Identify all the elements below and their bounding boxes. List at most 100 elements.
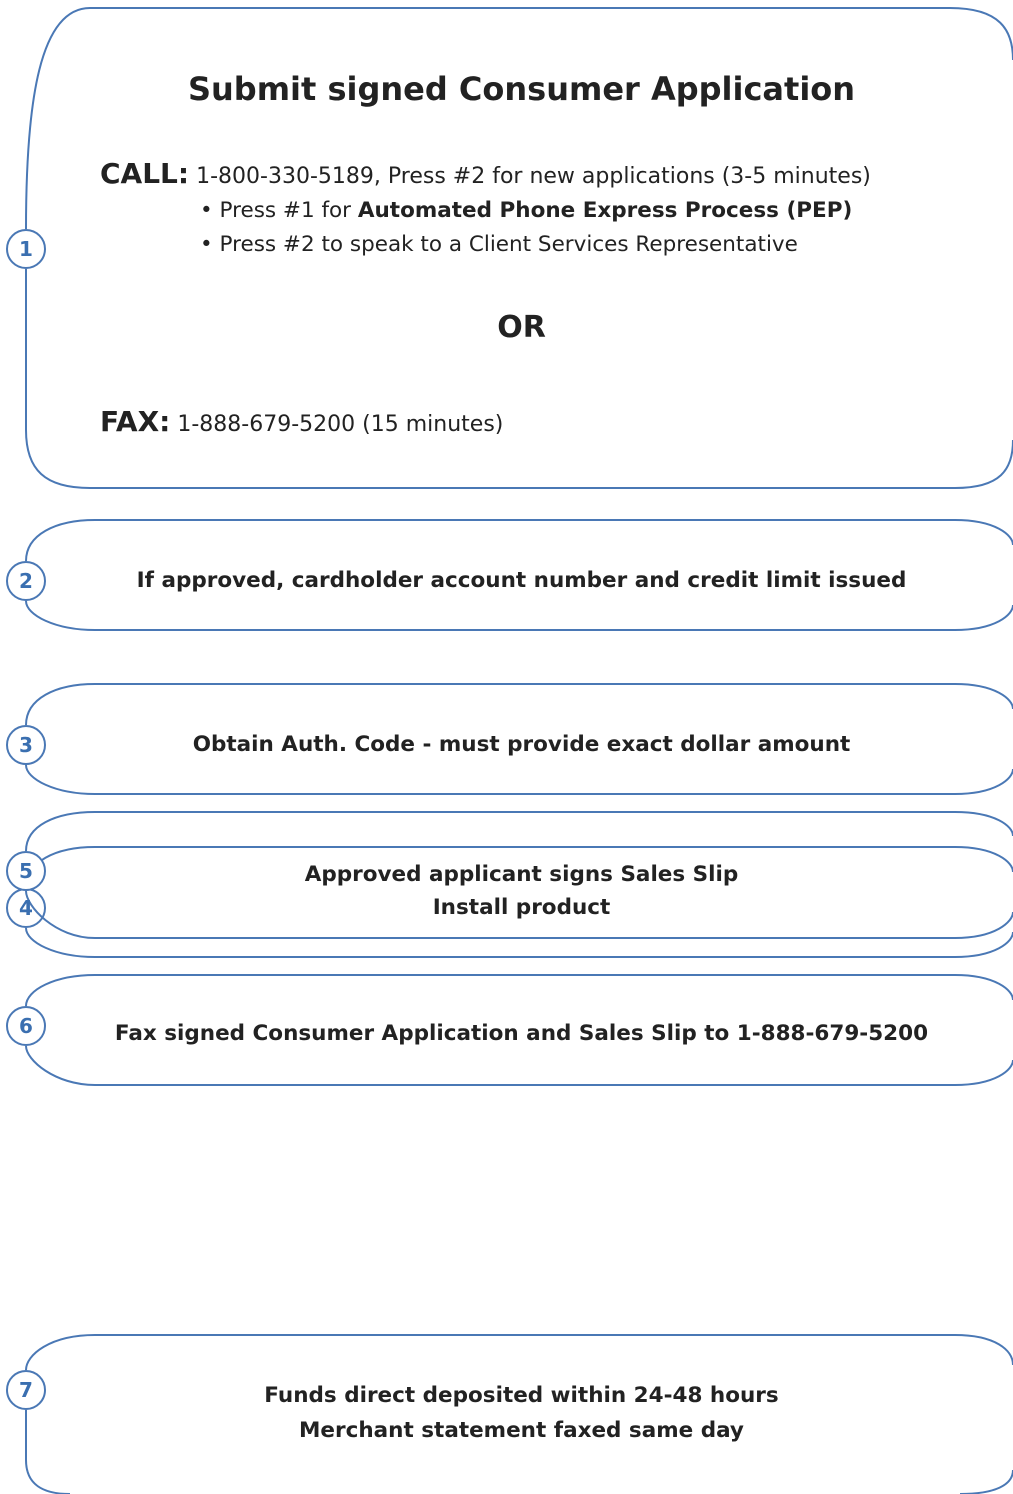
step-5-frame-x (26, 764, 95, 812)
step-5-box-outline-visible (26, 762, 95, 812)
step-5-frame-ready (26, 764, 95, 812)
step-5-capsule (26, 764, 95, 812)
call-label: CALL: (100, 157, 190, 190)
step-5-box-rendered (26, 764, 1013, 838)
step-5-frame-shape (26, 763, 95, 811)
step-2-line: If approved, cardholder account number a… (136, 568, 907, 593)
step-5-rounded (26, 763, 95, 810)
call-row: CALL: 1-800-330-5189, Press #2 for new a… (100, 157, 871, 190)
step-5-visible-box (26, 762, 95, 812)
fax-row: FAX: 1-888-679-5200 (15 minutes) (100, 405, 503, 438)
step-5-frame-real-drawn (26, 764, 95, 812)
step-5-outline-final (26, 764, 95, 812)
step-5-frame-complete (26, 759, 1013, 838)
step-5-outline-stroke (26, 763, 95, 812)
step-5-frame-top (26, 761, 95, 812)
step-2-text: If approved, cardholder account number a… (30, 563, 1013, 598)
or-separator: OR (497, 310, 546, 345)
step-5-frame-drawn-visible-final (26, 762, 1013, 838)
step-5-frame-line (26, 762, 95, 811)
step-5-frame-visible-final (26, 764, 1013, 838)
step-5-outline-box (26, 762, 95, 812)
fax-label: FAX: (100, 405, 171, 438)
step-5-frame-stroke-drawn (26, 759, 95, 813)
step-5-frame-done (26, 764, 95, 812)
step-5-visible (26, 764, 1013, 838)
step-7-text: Funds direct deposited within 24-48 hour… (30, 1378, 1013, 1448)
step-5-stroked-frame (26, 764, 1013, 838)
step-5-frame-stroked-visible (26, 763, 95, 812)
step-5-frame-actual-drawn (26, 758, 95, 812)
step-5-frame-rendered (26, 763, 1013, 838)
step-5-frame-displayed (26, 757, 95, 812)
step-5-border-stroke (26, 762, 95, 812)
step-5-frame-drawn-real (26, 764, 1013, 837)
step-1-title: Submit signed Consumer Application (187, 70, 856, 108)
step-5-visible-frame-drawn (26, 762, 95, 812)
step-5-frame-shown (26, 765, 1013, 839)
step-5-box-render (26, 762, 95, 813)
step-5-frame-stroke-visible-final (26, 764, 95, 812)
step-5-frame-drawn-visible (26, 763, 1013, 837)
step-7-frame (26, 1112, 1013, 1290)
step-5-frame-stroked-actual (26, 761, 95, 811)
step-5-line-drawn (26, 762, 95, 812)
step-5-frame-main-drawn (26, 762, 95, 812)
step-3-line: Obtain Auth. Code - must provide exact d… (192, 732, 851, 757)
step-5-text: Approved applicant signs Sales Slip (30, 857, 1013, 892)
step-5-frame-path-final (26, 764, 95, 812)
step-5-frame-show (26, 764, 95, 812)
step-5-stroke-box (26, 764, 95, 812)
step-5-frame-outline-drawn (26, 764, 95, 812)
fax-text: 1-888-679-5200 (15 minutes) (177, 412, 504, 437)
step-5-final-frame (26, 758, 1013, 838)
step-5-box-stroked (26, 761, 95, 811)
step-5-frame-renders (26, 763, 95, 812)
step-5-frame-visible (26, 764, 1013, 839)
step-5-box-actual (26, 759, 1013, 838)
step-5-frame-visible-stroked (26, 762, 95, 812)
step-5-frame-stroke-final (26, 764, 95, 812)
step-5-frame-rendered-final (26, 764, 95, 812)
step-5-frame-rendered-stroke (26, 763, 95, 812)
step-5-pill (26, 764, 95, 812)
step-5-frame-last (26, 764, 95, 812)
step-5-line: Approved applicant signs Sales Slip (304, 862, 739, 887)
step-5-outline-shown (26, 764, 95, 812)
step-5-drawn (26, 762, 1013, 838)
step-5-frame-actual (26, 764, 95, 812)
step-5-frame-drawn-stroke (26, 762, 95, 812)
step-6-text: Fax signed Consumer Application and Sale… (30, 1016, 1013, 1051)
step-5-frame-shows (26, 763, 95, 812)
step-5-box-frame-visible (26, 763, 95, 812)
step-5-frame-box (26, 764, 95, 812)
step-5-outline-drawn (26, 764, 95, 812)
step-5-frame-rendered-visible (26, 764, 955, 812)
step-5-frame-line-visible (26, 764, 95, 812)
step-5-shape-drawn (26, 762, 95, 812)
step-5-frame-curve (26, 764, 95, 812)
step-7-line-1: Funds direct deposited within 24-48 hour… (264, 1383, 779, 1408)
step-6-line: Fax signed Consumer Application and Sale… (114, 1021, 929, 1046)
step-5-frame-drawn-actual (26, 763, 1013, 838)
step-5-frame-upper (26, 762, 95, 812)
step-3-text: Obtain Auth. Code - must provide exact d… (30, 727, 1013, 762)
step-5-frame-stroke-real (26, 762, 95, 812)
step-5-frame-lower (26, 809, 95, 838)
call-text: 1-800-330-5189, Press #2 for new applica… (196, 164, 871, 189)
step-5-stroke (26, 762, 1013, 838)
step-5-box-final (26, 764, 95, 812)
step-7-line-2: Merchant statement faxed same day (299, 1418, 744, 1443)
step-5-frame-outline-final (26, 763, 1013, 838)
step-5-frame-canvas (26, 764, 95, 812)
step-5-box-visible (26, 764, 955, 812)
step-5-container (26, 764, 1013, 839)
step-5-frame-line-final (26, 762, 95, 812)
step-5-outline-real (26, 764, 95, 812)
step-5-box-real (26, 765, 95, 813)
step-5-outline-stroked (26, 763, 95, 812)
step-5-frame-shape-drawn (26, 763, 95, 813)
bullet-representative: • Press #2 to speak to a Client Services… (200, 232, 798, 257)
step-5 (26, 764, 1013, 838)
step-1-number: 1 (19, 237, 33, 261)
